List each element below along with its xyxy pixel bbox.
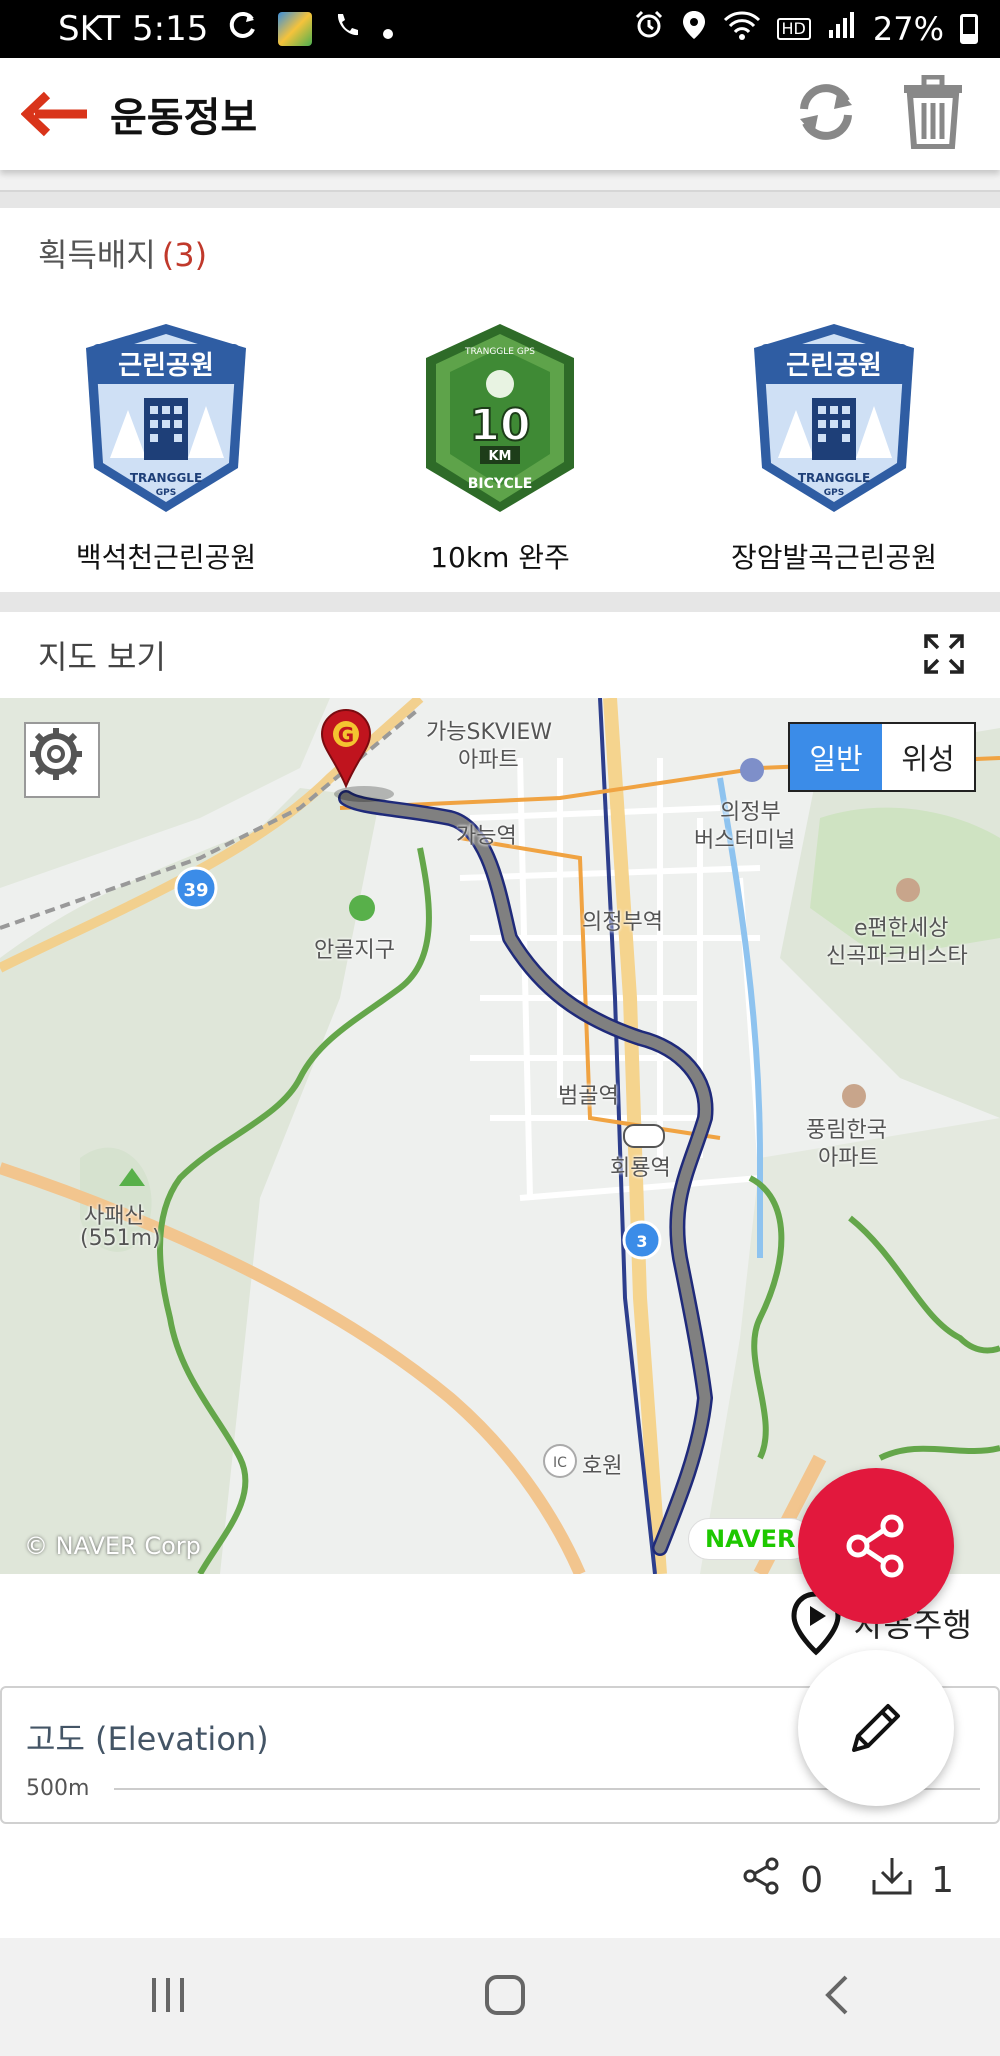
svg-text:TRANGGLE GPS: TRANGGLE GPS xyxy=(464,347,535,357)
map-label: 의정부역 xyxy=(582,910,663,935)
back-button[interactable] xyxy=(0,58,110,170)
call-icon xyxy=(332,9,362,49)
bicycle-badge-icon: TRANGGLE GPS 10 KM BICYCLE xyxy=(426,324,574,512)
map-type-toggle[interactable]: 일반 위성 xyxy=(788,722,976,792)
share-fab[interactable] xyxy=(798,1468,954,1624)
badge-label: 10km 완주 xyxy=(430,541,570,574)
back-nav-button[interactable] xyxy=(822,1973,852,2021)
trash-icon xyxy=(904,74,962,150)
badge-item[interactable]: 근린공원 TRANGGLE GPS 장암발곡근린공원 xyxy=(684,318,984,576)
divider xyxy=(0,190,1000,208)
route-map[interactable]: G 39 3 IC 가능SKVIEW 아파트 가능역 의정부 버스터미널 의정부… xyxy=(0,698,1000,1574)
home-button[interactable] xyxy=(483,1973,527,2021)
svg-text:BICYCLE: BICYCLE xyxy=(468,476,533,492)
elevation-title: 고도 (Elevation) xyxy=(26,1720,269,1758)
svg-text:TRANGGLE: TRANGGLE xyxy=(798,471,870,485)
alarm-icon xyxy=(633,9,665,49)
download-icon xyxy=(872,1858,912,1895)
map-type-normal[interactable]: 일반 xyxy=(790,724,882,790)
map-label: 호원 xyxy=(582,1454,623,1479)
map-label: 회룡역 xyxy=(610,1156,671,1181)
edit-fab[interactable] xyxy=(798,1650,954,1806)
location-icon xyxy=(681,9,707,49)
wifi-icon xyxy=(723,10,761,48)
svg-text:3: 3 xyxy=(636,1232,647,1251)
system-nav-bar xyxy=(0,1938,1000,2056)
badge-label: 백석천근린공원 xyxy=(75,541,257,574)
badges-count: (3) xyxy=(161,236,208,274)
refresh-button[interactable] xyxy=(790,79,862,149)
badges-section: 획득배지 (3) 근린공원 TRANGGLE GPS 백석천근린공원 TRANGG… xyxy=(0,208,1000,592)
time-text: 5:15 xyxy=(132,9,209,49)
sync-icon xyxy=(228,9,258,49)
map-label: (551m) xyxy=(80,1226,161,1251)
elevation-axis-label: 500m xyxy=(26,1776,90,1801)
delete-button[interactable] xyxy=(902,74,964,153)
start-marker: G xyxy=(338,723,354,747)
map-label: 신곡파크비스타 xyxy=(826,944,968,969)
stats-row: 0 1 xyxy=(742,1856,954,1905)
park-badge-emblem: 근린공원 xyxy=(786,351,882,381)
download-count: 1 xyxy=(931,1860,954,1901)
map-settings-button[interactable] xyxy=(24,722,100,798)
download-count-button[interactable] xyxy=(871,1856,913,1905)
carrier-text: SKT xyxy=(58,9,121,49)
park-badge-icon: 근린공원 TRANGGLE GPS xyxy=(754,324,914,512)
divider xyxy=(0,592,1000,612)
recents-button[interactable] xyxy=(148,1976,188,2018)
svg-text:KM: KM xyxy=(488,449,511,464)
svg-text:39: 39 xyxy=(183,880,208,901)
map-label: 버스터미널 xyxy=(694,828,796,853)
status-bar: SKT 5:15 HD 27% xyxy=(0,0,1000,58)
bicycle-badge-emblem: 10 xyxy=(469,400,530,451)
battery-icon xyxy=(960,14,978,44)
map-section-header: 지도 보기 xyxy=(0,612,1000,698)
signal-icon xyxy=(827,10,857,48)
badge-label: 장암발곡근린공원 xyxy=(730,541,938,574)
map-type-satellite[interactable]: 위성 xyxy=(882,724,974,790)
map-label: 범골역 xyxy=(558,1084,619,1109)
refresh-icon xyxy=(800,84,852,140)
pencil-icon xyxy=(852,1704,900,1752)
share-icon xyxy=(846,1514,904,1578)
park-badge-emblem: 근린공원 xyxy=(118,351,214,381)
park-badge-icon: 근린공원 TRANGGLE GPS xyxy=(86,324,246,512)
app-notification-icon xyxy=(278,12,313,46)
gear-icon xyxy=(30,728,82,780)
battery-text: 27% xyxy=(872,10,944,48)
recents-icon xyxy=(151,1978,184,2012)
home-icon xyxy=(484,1975,525,2015)
map-section-title: 지도 보기 xyxy=(38,638,166,676)
naver-logo: NAVER xyxy=(688,1518,813,1560)
fullscreen-button[interactable] xyxy=(922,632,966,676)
map-label: 가능역 xyxy=(456,824,517,849)
share-icon xyxy=(743,1857,779,1895)
badge-item[interactable]: TRANGGLE GPS 10 KM BICYCLE 10km 완주 xyxy=(350,318,650,576)
map-label: 안골지구 xyxy=(314,938,395,963)
svg-text:GPS: GPS xyxy=(156,488,176,498)
dot-icon xyxy=(382,9,394,49)
map-label: 아파트 xyxy=(458,748,519,773)
map-copyright: © NAVER Corp xyxy=(24,1532,201,1560)
chevron-left-icon xyxy=(825,1975,848,2015)
map-label: 아파트 xyxy=(818,1146,879,1171)
share-count: 0 xyxy=(800,1860,824,1901)
share-count-button[interactable] xyxy=(742,1856,782,1905)
svg-text:IC: IC xyxy=(553,1455,567,1471)
fullscreen-icon xyxy=(924,634,964,674)
hd-voice-badge: HD xyxy=(776,18,811,40)
svg-text:TRANGGLE: TRANGGLE xyxy=(130,471,202,485)
back-arrow-icon xyxy=(21,91,87,137)
app-bar: 운동정보 xyxy=(0,58,1000,170)
badges-title: 획득배지 (3) xyxy=(38,230,207,276)
badge-item[interactable]: 근린공원 TRANGGLE GPS 백석천근린공원 xyxy=(16,318,316,576)
svg-text:GPS: GPS xyxy=(824,488,844,498)
page-title: 운동정보 xyxy=(110,95,258,141)
badges-title-text: 획득배지 xyxy=(38,236,156,274)
